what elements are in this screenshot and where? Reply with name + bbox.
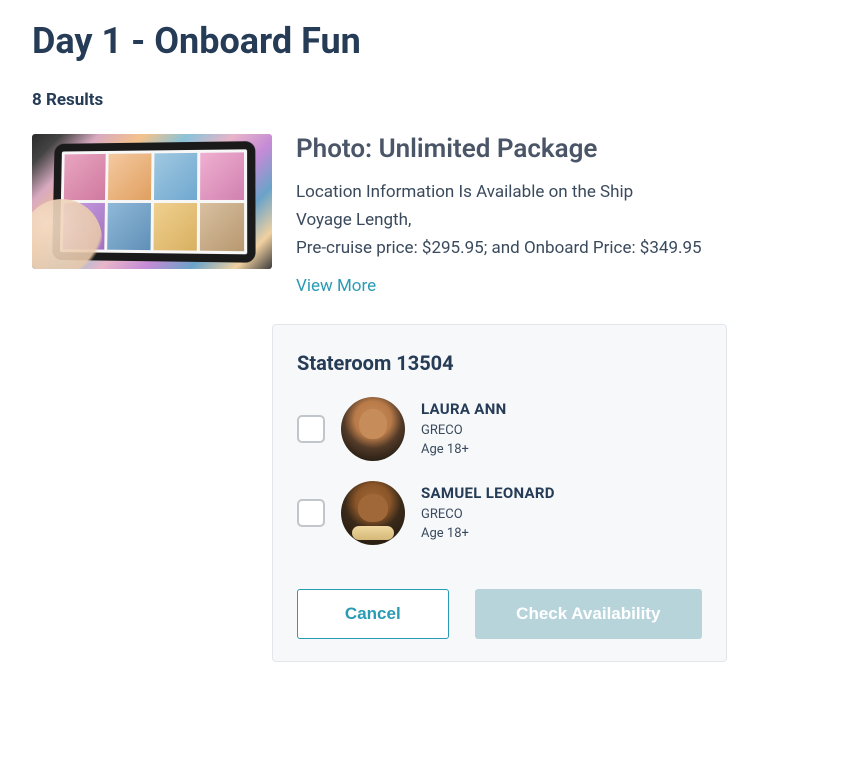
cancel-button[interactable]: Cancel [297,589,449,639]
guest-checkbox[interactable] [297,499,325,527]
product-price: Pre-cruise price: $295.95; and Onboard P… [296,234,830,262]
avatar [341,397,405,461]
product-location: Location Information Is Available on the… [296,178,830,206]
guest-last-name: GRECO [421,422,506,440]
guest-row: SAMUEL LEONARD GRECO Age 18+ [297,481,702,545]
guest-first-name: SAMUEL LEONARD [421,483,555,503]
view-more-link[interactable]: View More [296,276,376,296]
guest-age: Age 18+ [421,441,506,459]
product-title: Photo: Unlimited Package [296,134,830,164]
guest-row: LAURA ANN GRECO Age 18+ [297,397,702,461]
product-content: Photo: Unlimited Package Location Inform… [296,134,830,296]
guest-first-name: LAURA ANN [421,399,506,419]
product-image [32,134,272,269]
guest-age: Age 18+ [421,525,555,543]
guest-info: LAURA ANN GRECO Age 18+ [421,399,506,458]
button-row: Cancel Check Availability [297,589,702,639]
guest-checkbox[interactable] [297,415,325,443]
guest-last-name: GRECO [421,506,555,524]
guest-info: SAMUEL LEONARD GRECO Age 18+ [421,483,555,542]
product-card: Photo: Unlimited Package Location Inform… [32,134,830,296]
page-title: Day 1 - Onboard Fun [32,20,830,62]
stateroom-label: Stateroom 13504 [297,351,702,375]
results-count: 8 Results [32,90,830,110]
product-voyage: Voyage Length, [296,206,830,234]
guest-selection-panel: Stateroom 13504 LAURA ANN GRECO Age 18+ … [272,324,727,662]
check-availability-button[interactable]: Check Availability [475,589,702,639]
avatar [341,481,405,545]
